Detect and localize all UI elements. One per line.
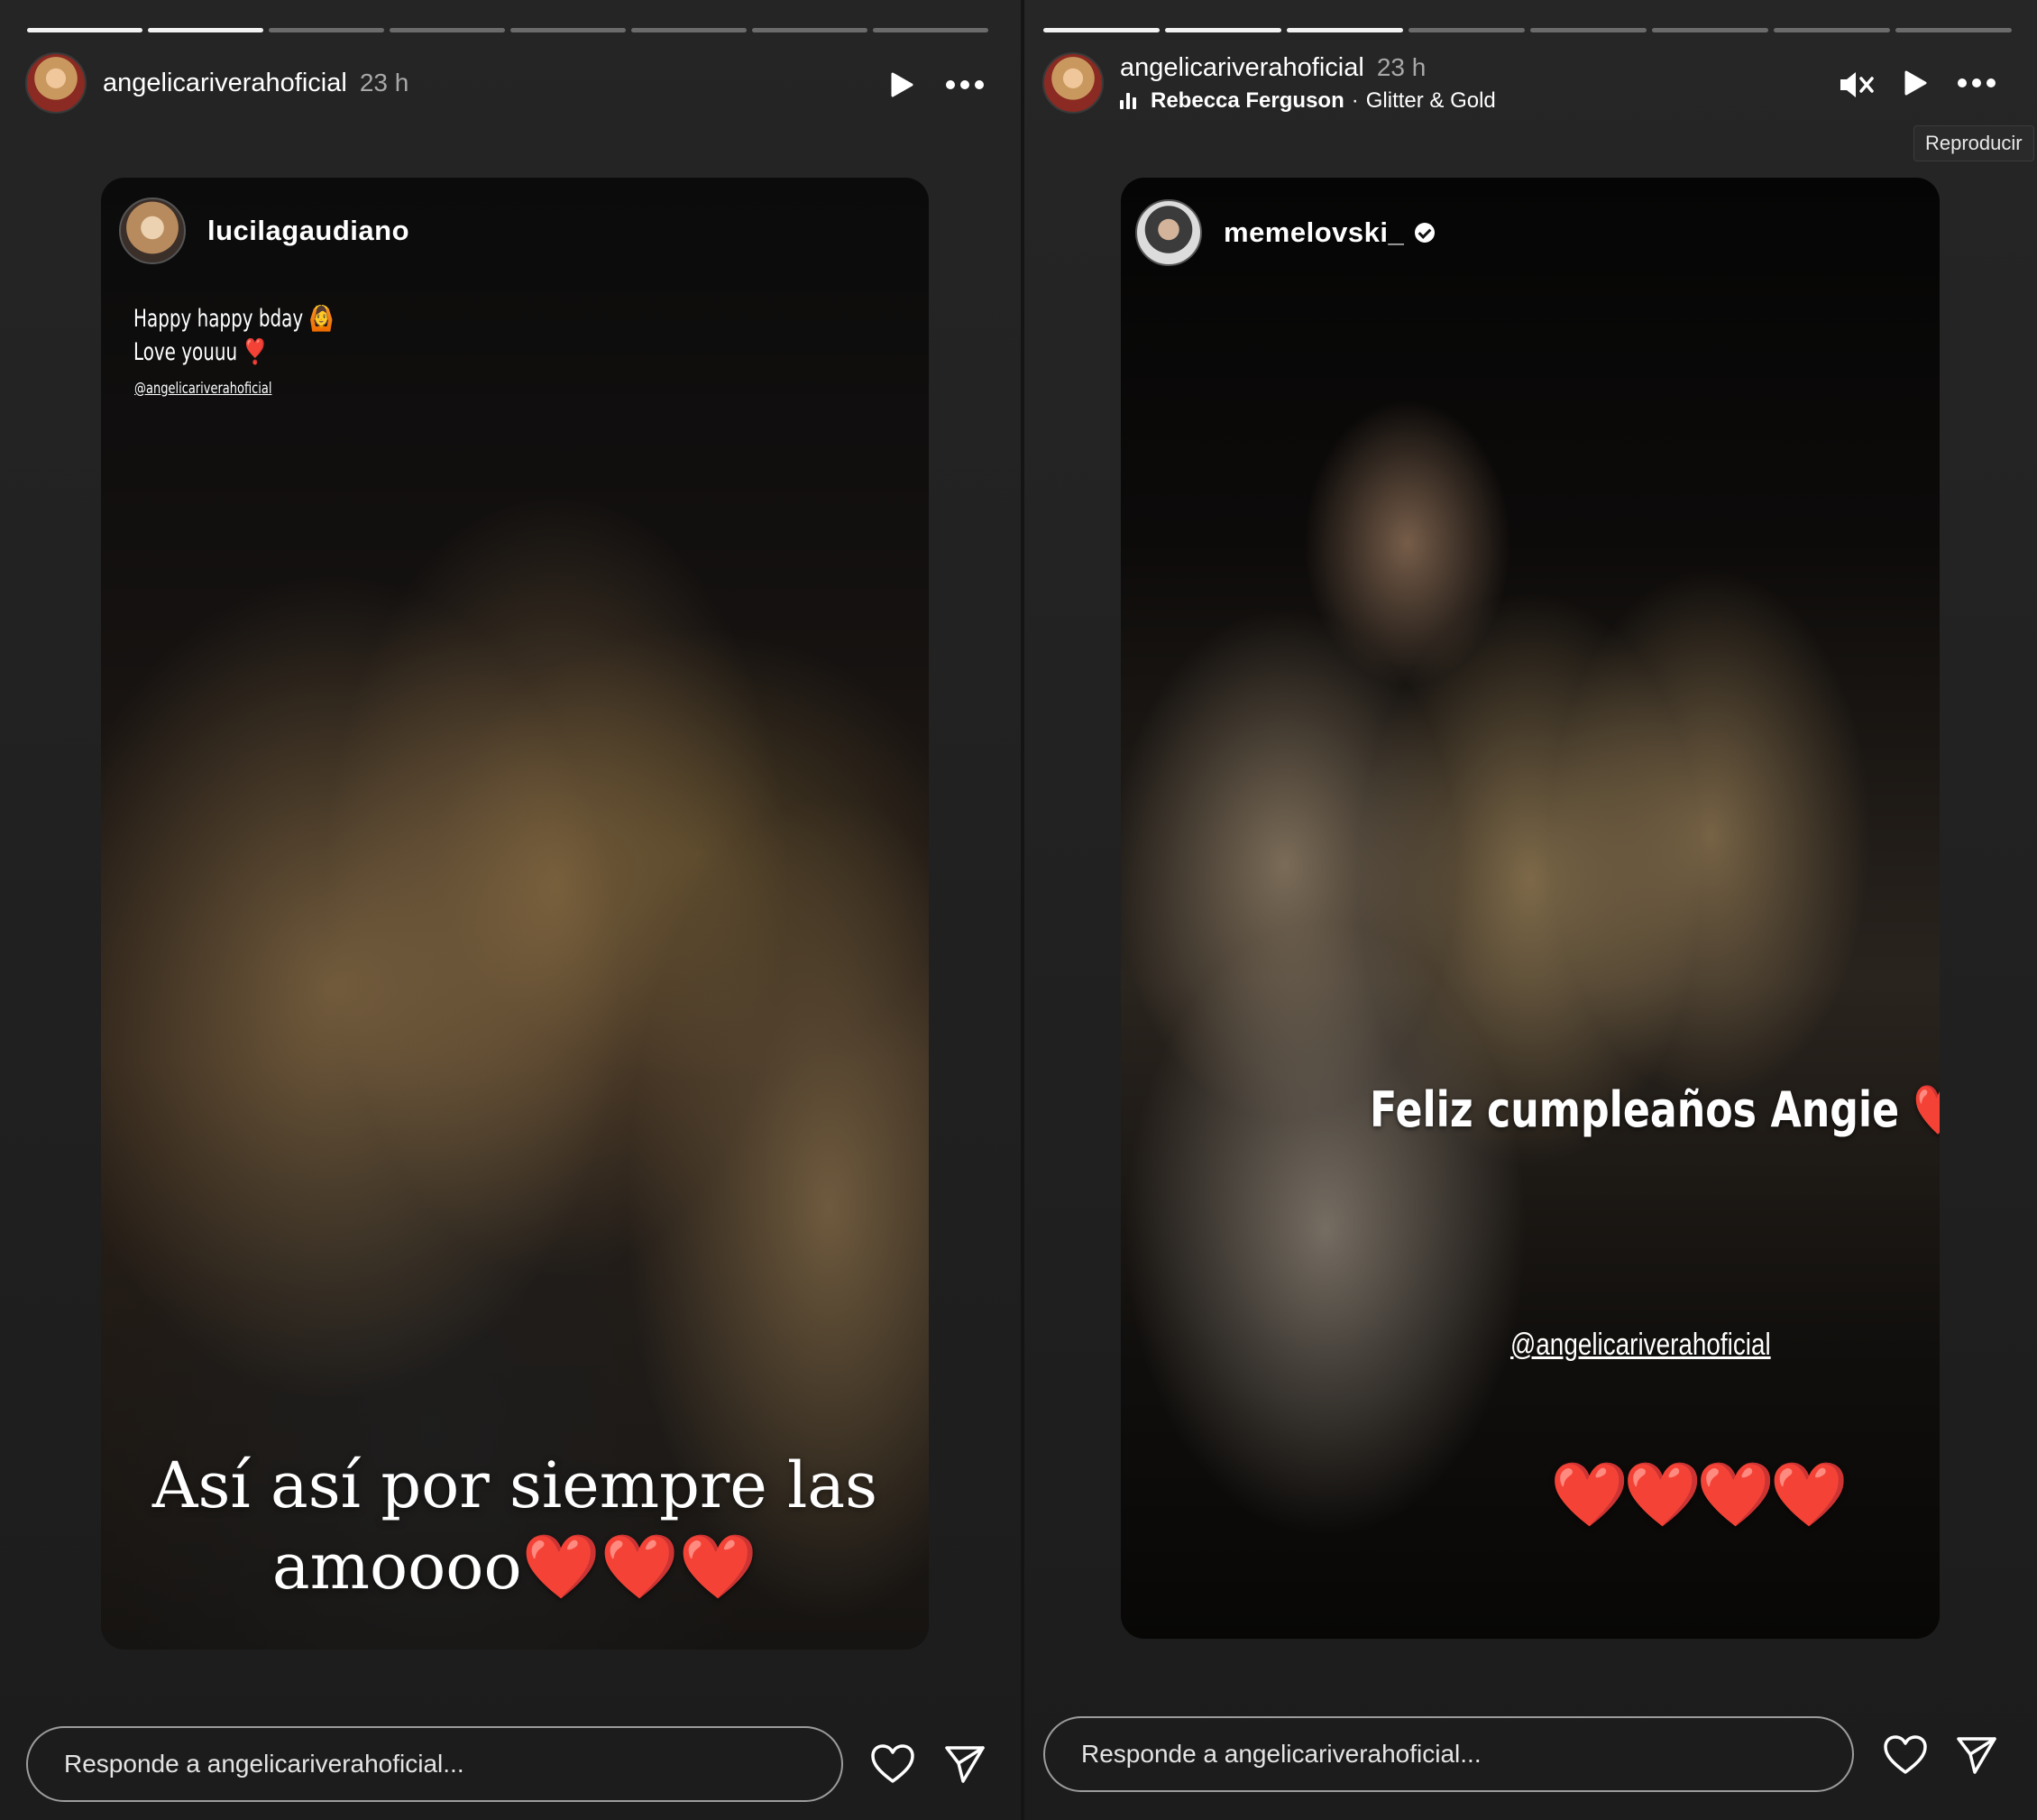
note-line: Happy happy bday 🙆 <box>133 305 335 333</box>
caption-text: amoooo <box>271 1530 522 1604</box>
author-username: lucilagaudiano <box>207 215 410 246</box>
author-username: memelovski_ <box>1224 216 1405 248</box>
share-button[interactable] <box>941 1741 988 1788</box>
song-artist: Rebecca Ferguson <box>1151 87 1344 113</box>
username[interactable]: angelicariverahoficial <box>1120 53 1364 83</box>
story-caption: Feliz cumpleaños Angie ❤️ <box>1370 1081 1940 1138</box>
more-options-button[interactable] <box>942 67 987 103</box>
timestamp: 23 h <box>1376 52 1427 81</box>
progress-segment <box>1043 28 1160 32</box>
more-options-icon <box>946 80 984 89</box>
progress-segment <box>1895 28 2012 32</box>
story-header: angelicariverahoficial 23 h Rebecca Ferg… <box>1042 52 1496 114</box>
header-meta: angelicariverahoficial 23 h Rebecca Ferg… <box>1120 53 1496 114</box>
progress-segment <box>873 28 988 32</box>
play-icon <box>891 72 913 97</box>
share-button[interactable] <box>1953 1732 2000 1779</box>
story-content-left[interactable]: lucilagaudiano Happy happy bday 🙆 Love y… <box>101 178 929 1650</box>
caption-line: Así así por siempre las <box>151 1448 878 1522</box>
author-avatar <box>1135 199 1202 266</box>
timestamp: 23 h <box>359 69 409 97</box>
story-header: angelicariverahoficial 23 h <box>25 52 408 114</box>
avatar[interactable] <box>1042 52 1104 114</box>
progress-segment <box>1287 28 1403 32</box>
story-content-right[interactable]: memelovski_ Feliz cumpleaños Angie ❤️ @a… <box>1121 178 1940 1639</box>
progress-segment <box>148 28 263 32</box>
song-info[interactable]: Rebecca Ferguson · Glitter & Gold <box>1120 88 1496 114</box>
story-author[interactable]: memelovski_ <box>1135 199 1436 266</box>
progress-segment <box>1774 28 1890 32</box>
send-paper-plane-icon <box>945 1746 985 1783</box>
story-caption: Así así por siempre las amoooo❤️❤️❤️ <box>101 1445 929 1607</box>
like-button[interactable] <box>869 1741 916 1788</box>
heart-outline-icon <box>1884 1735 1927 1774</box>
muted-speaker-icon <box>1840 72 1874 97</box>
mention-sticker[interactable]: @angelicariverahoficial <box>134 380 271 398</box>
progress-segment <box>1408 28 1525 32</box>
play-tooltip: Reproducir <box>1913 125 2034 161</box>
song-separator: · <box>1351 87 1359 113</box>
progress-segment <box>1530 28 1647 32</box>
note-line: Love youuu ❣️ <box>133 338 268 366</box>
progress-segment <box>390 28 505 32</box>
music-bars-icon <box>1120 92 1142 109</box>
send-paper-plane-icon <box>1957 1737 1996 1774</box>
more-options-icon <box>1958 78 1996 87</box>
story-progress-bar <box>27 28 988 32</box>
more-options-button[interactable] <box>1954 65 1999 101</box>
progress-segment <box>631 28 747 32</box>
caption-hearts: ❤️❤️❤️ <box>521 1530 758 1604</box>
story-author[interactable]: lucilagaudiano <box>119 198 409 264</box>
avatar[interactable] <box>25 52 87 114</box>
progress-segment <box>269 28 384 32</box>
story-note: Happy happy bday 🙆 Love youuu ❣️ <box>133 302 334 369</box>
mute-button[interactable] <box>1836 65 1876 105</box>
like-button[interactable] <box>1882 1732 1929 1779</box>
song-title: Glitter & Gold <box>1365 87 1496 113</box>
heart-outline-icon <box>871 1744 914 1783</box>
progress-segment <box>752 28 867 32</box>
reply-input[interactable]: Responde a angelicariverahoficial... <box>1043 1716 1854 1792</box>
author-avatar <box>119 198 186 264</box>
verified-badge-icon <box>1415 223 1436 243</box>
progress-segment <box>510 28 626 32</box>
play-button[interactable] <box>884 67 920 103</box>
progress-segment <box>1165 28 1281 32</box>
hearts-sticker: ❤️❤️❤️❤️ <box>1550 1459 1849 1530</box>
mention-sticker[interactable]: @angelicariverahoficial <box>1510 1328 1771 1363</box>
play-button[interactable] <box>1897 65 1933 101</box>
username[interactable]: angelicariverahoficial <box>103 69 347 98</box>
caption-line-2: amoooo❤️❤️❤️ <box>101 1526 929 1607</box>
progress-segment <box>27 28 142 32</box>
progress-segment <box>1652 28 1768 32</box>
story-progress-bar <box>1043 28 2012 32</box>
reply-input[interactable]: Responde a angelicariverahoficial... <box>26 1726 843 1802</box>
play-icon <box>1904 70 1927 96</box>
